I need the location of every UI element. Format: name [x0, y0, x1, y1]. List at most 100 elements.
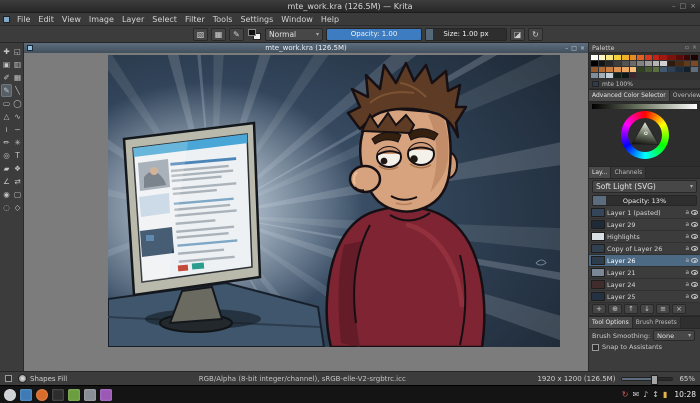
- palette-swatch[interactable]: [621, 61, 629, 66]
- layer-row[interactable]: Layer 29 a: [589, 219, 700, 231]
- palette-swatch[interactable]: [637, 61, 644, 66]
- docker-tab[interactable]: Overview: [669, 90, 700, 101]
- palette-swatch[interactable]: [614, 73, 621, 78]
- polygon-select-tool-button[interactable]: ◇: [12, 201, 23, 214]
- transform-tool-button[interactable]: ◱: [12, 45, 23, 58]
- docker-tab[interactable]: Brush Presets: [632, 317, 681, 328]
- subwindow-menu-icon[interactable]: [3, 15, 10, 23]
- polyline-tool-button[interactable]: ∿: [12, 110, 23, 123]
- subwindow-close-button[interactable]: ×: [580, 45, 585, 52]
- palette-swatch[interactable]: [652, 55, 660, 60]
- layer-visibility-eye-icon[interactable]: [691, 294, 698, 299]
- alpha-inherit-badge[interactable]: a: [685, 209, 689, 216]
- layer-visibility-eye-icon[interactable]: [691, 282, 698, 287]
- menu-item[interactable]: View: [58, 15, 85, 24]
- layer-visibility-eye-icon[interactable]: [691, 258, 698, 263]
- palette-swatch[interactable]: [668, 67, 675, 72]
- palette-swatch[interactable]: [629, 67, 637, 72]
- palette-swatch[interactable]: [645, 61, 652, 66]
- color-sampler-tool-button[interactable]: ✐: [1, 71, 12, 84]
- freehand-brush-tool-button[interactable]: ✎: [1, 84, 12, 97]
- eraser-mode-button[interactable]: ◪: [510, 27, 525, 41]
- layer-opacity-slider[interactable]: Opacity: 13%: [592, 195, 697, 206]
- brush-editor-button[interactable]: ✎: [229, 27, 244, 41]
- menu-item[interactable]: Settings: [236, 15, 277, 24]
- palette-swatch[interactable]: [637, 67, 644, 72]
- duplicate-layer-button[interactable]: ⊕: [608, 304, 622, 314]
- delete-layer-button[interactable]: ×: [672, 304, 686, 314]
- alpha-inherit-badge[interactable]: a: [685, 269, 689, 276]
- palette-swatch[interactable]: [629, 61, 637, 66]
- palette-swatch[interactable]: [675, 67, 683, 72]
- app-menu-icon[interactable]: [4, 388, 16, 401]
- palette-swatch[interactable]: [606, 61, 614, 66]
- palette-swatch[interactable]: [606, 73, 614, 78]
- menu-item[interactable]: Help: [317, 15, 343, 24]
- shade-selector-strip[interactable]: [592, 104, 697, 109]
- gradient-chooser-button[interactable]: ▧: [193, 27, 208, 41]
- alpha-inherit-badge[interactable]: a: [685, 293, 689, 300]
- window-minimize-button[interactable]: –: [672, 1, 676, 11]
- palette-swatch[interactable]: [591, 61, 598, 66]
- zoom-tool-button[interactable]: ◉: [1, 188, 12, 201]
- color-wheel[interactable]: [620, 111, 669, 159]
- battery-tray-icon[interactable]: ▮: [663, 390, 667, 399]
- reload-preset-button[interactable]: ↻: [528, 27, 543, 41]
- layer-visibility-eye-icon[interactable]: [691, 234, 698, 239]
- palette-swatch[interactable]: [668, 55, 675, 60]
- window-maximize-button[interactable]: □: [680, 1, 687, 11]
- palette-swatch[interactable]: [691, 55, 698, 60]
- palette-swatch[interactable]: [598, 73, 606, 78]
- layer-row[interactable]: Layer 25 a: [589, 291, 700, 303]
- layer-visibility-eye-icon[interactable]: [691, 210, 698, 215]
- menu-item[interactable]: Filter: [181, 15, 209, 24]
- advanced-color-selector[interactable]: [589, 102, 700, 166]
- layer-row[interactable]: Copy of Layer 26 a: [589, 243, 700, 255]
- rect-select-tool-button[interactable]: ▢: [12, 188, 23, 201]
- ellipse-select-tool-button[interactable]: ◌: [1, 201, 12, 214]
- palette-swatch[interactable]: [683, 55, 691, 60]
- line-tool-button[interactable]: ╲: [12, 84, 23, 97]
- file-manager-icon[interactable]: [20, 388, 32, 401]
- alpha-inherit-badge[interactable]: a: [685, 221, 689, 228]
- menu-item[interactable]: Select: [148, 15, 181, 24]
- crop-tool-button[interactable]: ▣: [1, 58, 12, 71]
- palette-swatch[interactable]: [598, 61, 606, 66]
- menu-item[interactable]: File: [13, 15, 34, 24]
- alpha-inherit-badge[interactable]: a: [685, 257, 689, 264]
- palette-swatch[interactable]: [629, 73, 637, 78]
- palette-swatch[interactable]: [645, 55, 652, 60]
- add-layer-button[interactable]: +: [592, 304, 606, 314]
- palette-swatch[interactable]: [691, 67, 698, 72]
- subwindow-minimize-button[interactable]: –: [565, 45, 568, 52]
- alpha-inherit-badge[interactable]: a: [685, 245, 689, 252]
- canvas-artwork[interactable]: [24, 53, 588, 371]
- alpha-inherit-badge[interactable]: a: [685, 233, 689, 240]
- palette-swatch[interactable]: [614, 55, 621, 60]
- palette-swatch[interactable]: [598, 55, 606, 60]
- float-docker-icon[interactable]: ▫: [685, 44, 689, 51]
- zoom-slider[interactable]: [621, 374, 674, 385]
- layer-visibility-eye-icon[interactable]: [691, 222, 698, 227]
- palette-swatch[interactable]: [629, 55, 637, 60]
- palette-swatch[interactable]: [637, 55, 644, 60]
- measure-tool-button[interactable]: ∠: [1, 175, 12, 188]
- layer-properties-button[interactable]: ≡: [656, 304, 670, 314]
- brush-smoothing-dropdown[interactable]: None ▾: [653, 330, 696, 341]
- pattern-chooser-button[interactable]: ▦: [211, 27, 226, 41]
- palette-swatch[interactable]: [660, 61, 668, 66]
- menu-item[interactable]: Edit: [34, 15, 58, 24]
- palette-swatch[interactable]: [660, 67, 668, 72]
- document-subwindow-titlebar[interactable]: mte_work.kra (126.5M) – □ ×: [24, 43, 588, 53]
- ellipse-tool-button[interactable]: ◯: [12, 97, 23, 110]
- palette-swatch[interactable]: [675, 61, 683, 66]
- text-tool-button[interactable]: T: [12, 149, 23, 162]
- palette-swatch[interactable]: [645, 67, 652, 72]
- docker-tab[interactable]: Channels: [611, 167, 647, 178]
- move-layer-down-button[interactable]: ↓: [640, 304, 654, 314]
- smart-patch-tool-button[interactable]: ❖: [12, 162, 23, 175]
- terminal-icon[interactable]: [52, 388, 64, 401]
- layer-visibility-eye-icon[interactable]: [691, 246, 698, 251]
- blend-mode-dropdown[interactable]: Normal ▾: [265, 27, 323, 41]
- palette-swatch[interactable]: [660, 55, 668, 60]
